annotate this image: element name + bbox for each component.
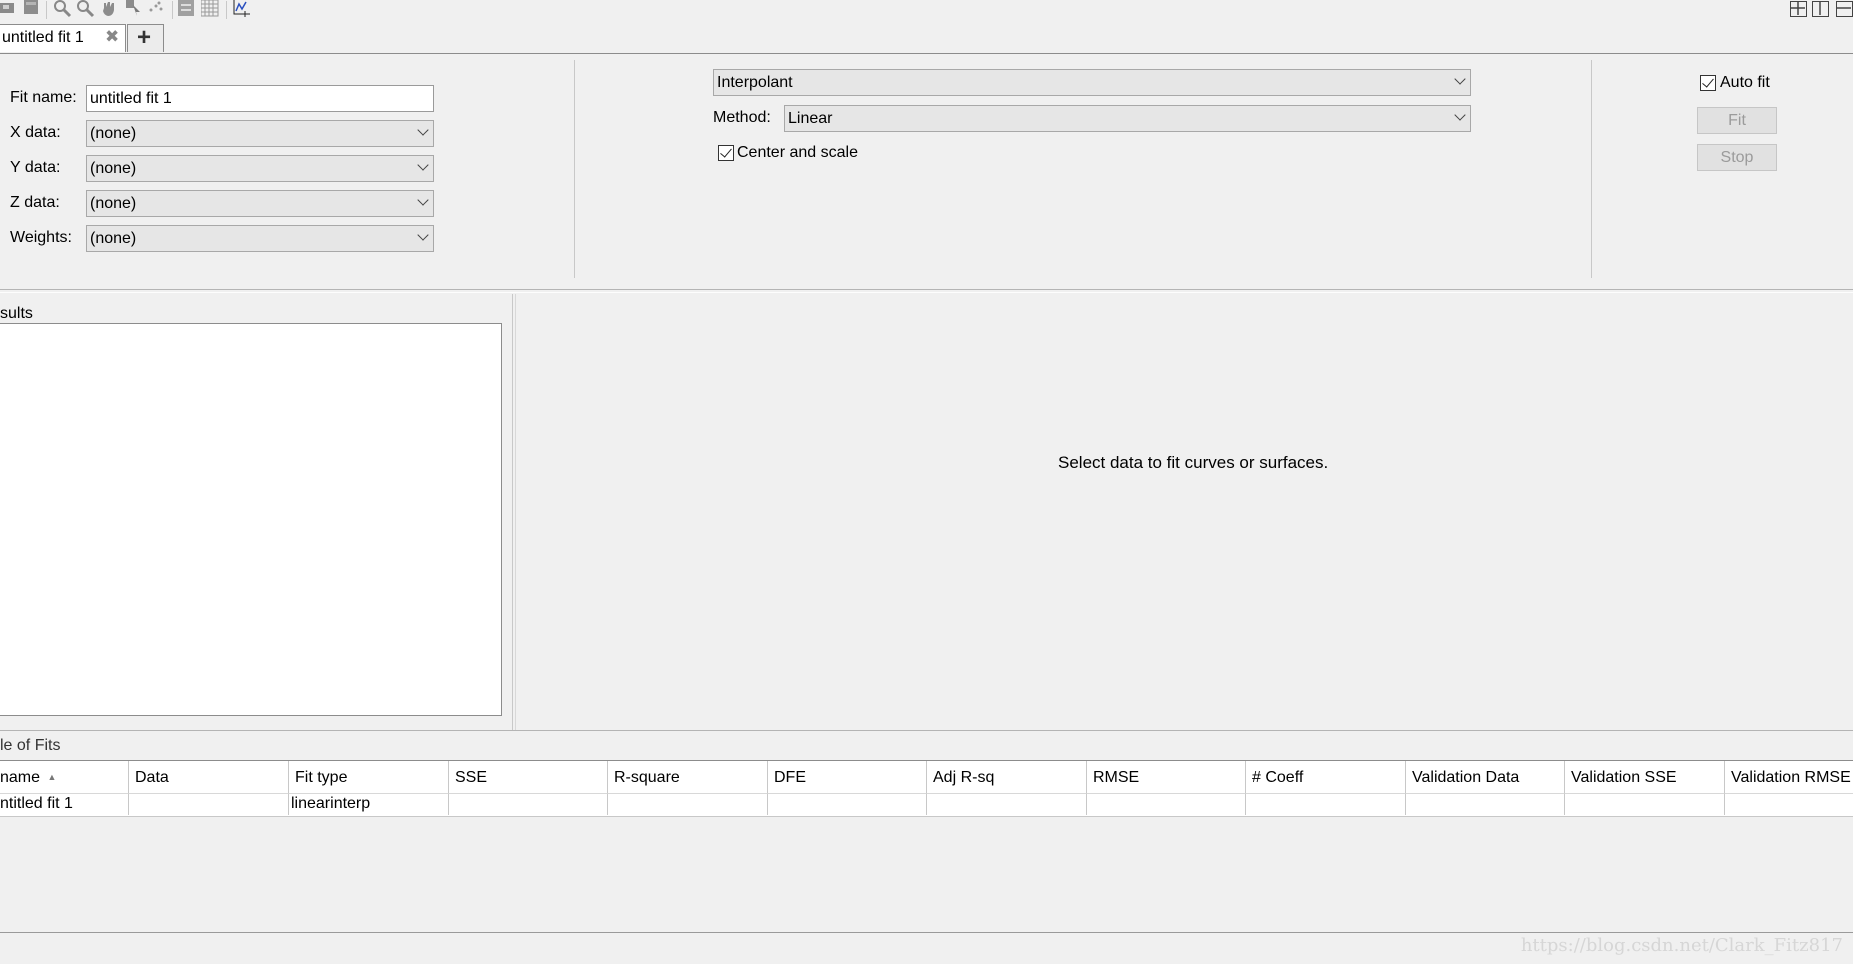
save-icon[interactable] xyxy=(0,0,20,18)
column-header-validation-rmse[interactable]: Validation RMSE xyxy=(1725,761,1853,793)
table-cell xyxy=(449,793,608,815)
x-data-value: (none) xyxy=(90,125,137,142)
exclude-outliers-icon[interactable] xyxy=(147,0,167,18)
weights-dropdown[interactable]: (none) xyxy=(86,225,434,252)
stacked-layout-icon[interactable] xyxy=(1836,1,1853,17)
table-cell xyxy=(927,793,1087,815)
y-data-value: (none) xyxy=(90,160,137,177)
table-cell xyxy=(129,793,289,815)
y-data-dropdown[interactable]: (none) xyxy=(86,155,434,182)
horizontal-divider xyxy=(0,730,1853,731)
data-cursor-icon[interactable] xyxy=(124,0,144,18)
table-cell: linearinterp xyxy=(289,793,449,815)
pan-icon[interactable] xyxy=(100,0,120,18)
table-of-fits: name ▲ Data Fit type SSE R-square DFE Ad… xyxy=(0,760,1853,817)
status-divider xyxy=(0,932,1853,933)
panel-divider xyxy=(574,60,575,278)
table-cell xyxy=(768,793,927,815)
column-header-name[interactable]: name ▲ xyxy=(0,761,129,793)
table-of-fits-title: le of Fits xyxy=(0,737,61,754)
tab-label: untitled fit 1 xyxy=(2,29,84,46)
grid-icon[interactable] xyxy=(200,0,221,18)
open-icon[interactable] xyxy=(22,0,42,18)
add-fit-tab-button[interactable]: + xyxy=(127,24,164,52)
fit-button[interactable]: Fit xyxy=(1697,107,1777,134)
method-label: Method: xyxy=(713,109,771,126)
results-title: sults xyxy=(0,305,33,322)
fit-type-value: Interpolant xyxy=(717,74,793,91)
center-and-scale-checkbox[interactable] xyxy=(718,145,734,161)
toolbar-separator xyxy=(46,1,47,19)
chevron-down-icon xyxy=(1454,109,1466,121)
watermark: https://blog.csdn.net/Clark_Fitz817 xyxy=(1520,935,1843,956)
column-header-validation-sse[interactable]: Validation SSE xyxy=(1565,761,1725,793)
x-data-label: X data: xyxy=(10,124,61,141)
x-data-dropdown[interactable]: (none) xyxy=(86,120,434,147)
weights-value: (none) xyxy=(90,230,137,247)
column-header-adj-r-sq[interactable]: Adj R-sq xyxy=(927,761,1087,793)
column-header-validation-data[interactable]: Validation Data xyxy=(1406,761,1565,793)
column-header-fit-type[interactable]: Fit type xyxy=(289,761,449,793)
plot-empty-message: Select data to fit curves or surfaces. xyxy=(1058,453,1329,472)
table-cell xyxy=(1406,793,1565,815)
plus-icon: + xyxy=(137,24,152,51)
fit-type-dropdown[interactable]: Interpolant xyxy=(713,69,1471,96)
table-cell xyxy=(1565,793,1725,815)
close-icon[interactable]: ✖ xyxy=(105,27,119,47)
auto-fit-label: Auto fit xyxy=(1720,74,1770,91)
chevron-down-icon xyxy=(417,159,429,171)
chevron-down-icon xyxy=(417,124,429,136)
auto-fit-checkbox[interactable] xyxy=(1700,75,1716,91)
legend-icon[interactable] xyxy=(178,0,198,18)
results-plot-splitter[interactable] xyxy=(512,294,513,730)
column-header-r-square[interactable]: R-square xyxy=(608,761,768,793)
column-header-coeff[interactable]: # Coeff xyxy=(1246,761,1406,793)
chevron-down-icon xyxy=(1454,73,1466,85)
chevron-down-icon xyxy=(417,229,429,241)
z-data-value: (none) xyxy=(90,195,137,212)
y-data-label: Y data: xyxy=(10,159,61,176)
fit-name-label: Fit name: xyxy=(10,89,77,106)
table-cell xyxy=(1725,793,1853,815)
method-dropdown[interactable]: Linear xyxy=(784,105,1471,132)
axes-limits-icon[interactable] xyxy=(233,0,253,18)
weights-label: Weights: xyxy=(10,229,72,246)
toolbar-separator xyxy=(172,1,173,19)
table-cell xyxy=(608,793,768,815)
toolbar xyxy=(0,0,1853,22)
tile-layout-icon[interactable] xyxy=(1790,1,1807,17)
sort-ascending-icon: ▲ xyxy=(47,772,57,782)
column-header-data[interactable]: Data xyxy=(129,761,289,793)
horizontal-divider xyxy=(0,289,1853,290)
fit-name-field[interactable]: untitled fit 1 xyxy=(86,85,434,112)
horizontal-divider-highlight xyxy=(0,292,1853,293)
plot-area[interactable]: Select data to fit curves or surfaces. xyxy=(516,294,1853,730)
side-by-side-layout-icon[interactable] xyxy=(1812,1,1829,17)
chevron-down-icon xyxy=(417,194,429,206)
table-cell xyxy=(1087,793,1246,815)
column-header-sse[interactable]: SSE xyxy=(449,761,608,793)
column-header-rmse[interactable]: RMSE xyxy=(1087,761,1246,793)
tab-untitled-fit-1[interactable]: untitled fit 1 ✖ xyxy=(0,24,126,52)
fit-tab-strip: untitled fit 1 ✖ + xyxy=(0,24,1853,54)
zoom-out-icon[interactable] xyxy=(76,0,96,18)
results-text-area[interactable] xyxy=(0,323,502,716)
table-cell: ntitled fit 1 xyxy=(0,793,129,815)
toolbar-separator xyxy=(226,1,227,19)
table-cell xyxy=(1246,793,1406,815)
z-data-dropdown[interactable]: (none) xyxy=(86,190,434,217)
stop-button[interactable]: Stop xyxy=(1697,144,1777,171)
method-value: Linear xyxy=(788,110,833,127)
center-and-scale-label: Center and scale xyxy=(737,144,858,161)
column-header-dfe[interactable]: DFE xyxy=(768,761,927,793)
zoom-in-icon[interactable] xyxy=(53,0,73,18)
z-data-label: Z data: xyxy=(10,194,60,211)
panel-divider xyxy=(1591,60,1592,278)
